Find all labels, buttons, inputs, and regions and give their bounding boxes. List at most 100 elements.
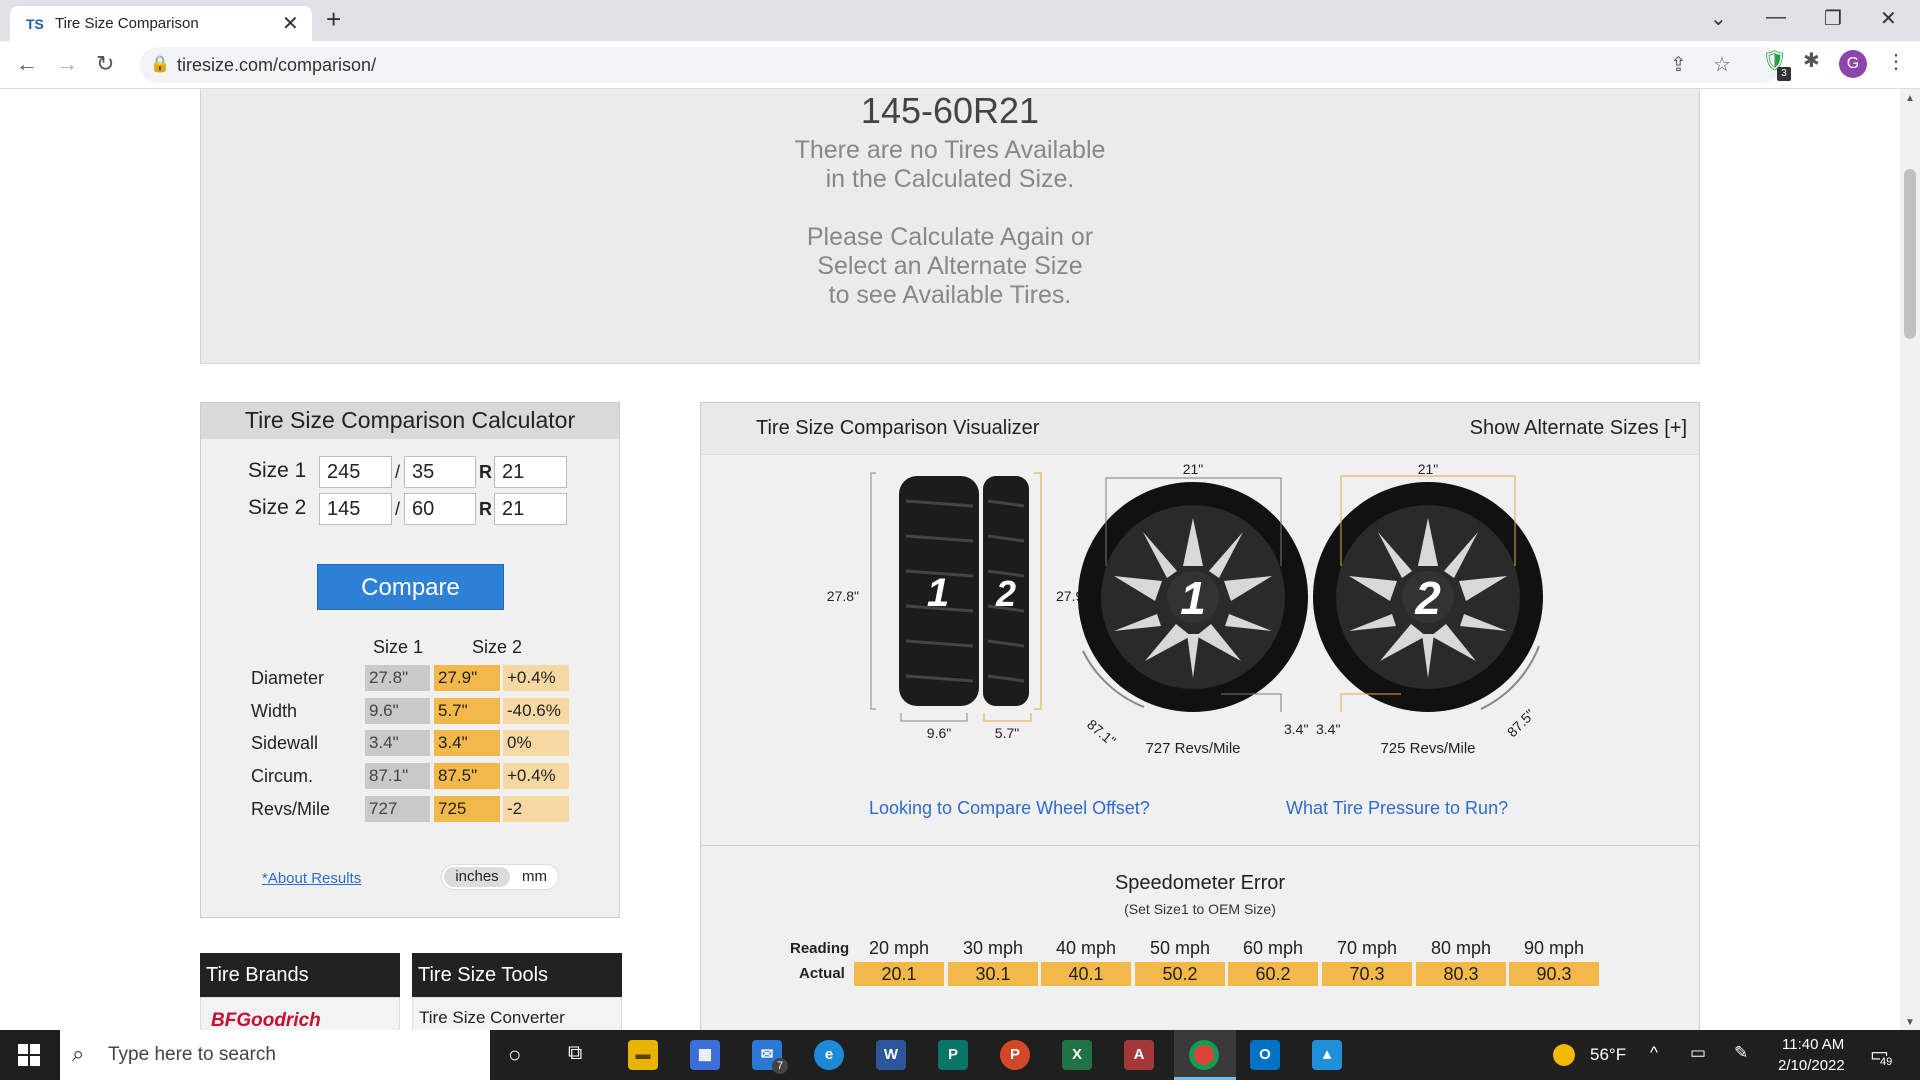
share-icon[interactable]: ⇪ [1670, 52, 1687, 77]
clock-date[interactable]: 2/10/2022 [1778, 1057, 1845, 1074]
size2-aspect-input[interactable]: 60 [404, 493, 476, 525]
unit-mm-option[interactable]: mm [522, 868, 547, 885]
banner-line-4: Select an Alternate Size [817, 252, 1083, 280]
tire-brands-header[interactable]: Tire Brands [200, 953, 400, 997]
tools-list: Tire Size Converter [412, 997, 622, 1030]
pen-icon[interactable]: ✎ [1734, 1043, 1748, 1063]
show-alternate-sizes-button[interactable]: Show Alternate Sizes [+] [1470, 417, 1687, 440]
scrollbar-thumb[interactable] [1904, 169, 1916, 339]
size1-value: 87.1" [365, 763, 430, 789]
compare-wheel-offset-link[interactable]: Looking to Compare Wheel Offset? [869, 798, 1150, 819]
wheel-2-graphic: 2 [1313, 482, 1543, 712]
mail-badge: 7 [772, 1058, 788, 1074]
about-results-link[interactable]: *About Results [262, 870, 361, 887]
back-icon[interactable]: ← [16, 51, 38, 77]
size1-rim-input[interactable]: 21 [494, 456, 567, 488]
reading-value: 20 mph [868, 938, 930, 958]
weather-temp[interactable]: 56°F [1590, 1045, 1626, 1065]
minimize-icon[interactable]: — [1766, 6, 1786, 29]
word-icon[interactable]: W [876, 1040, 906, 1070]
size2-rim-input[interactable]: 21 [494, 493, 567, 525]
unit-toggle[interactable]: inches mm [441, 864, 559, 890]
bookmark-star-icon[interactable]: ☆ [1713, 52, 1731, 77]
scroll-down-icon[interactable]: ▼ [1905, 1017, 1915, 1028]
banner-line-3: Please Calculate Again or [806, 223, 1094, 251]
chrome-icon[interactable] [1189, 1040, 1219, 1070]
banner-line-1: There are no Tires Available [794, 136, 1106, 164]
reload-icon[interactable]: ↻ [96, 51, 114, 77]
close-tab-icon[interactable]: ✕ [282, 11, 299, 36]
reading-value: 30 mph [962, 938, 1024, 958]
calculated-size: 145-60R21 [860, 90, 1040, 131]
tab-search-icon[interactable]: ⌄ [1710, 6, 1727, 31]
compare-button[interactable]: Compare [317, 564, 504, 610]
powerpoint-icon[interactable]: P [1000, 1040, 1030, 1070]
size2-value: 725 [434, 796, 500, 822]
unit-inches-option[interactable]: inches [444, 867, 510, 887]
menu-kebab-icon[interactable]: ⋮ [1886, 49, 1906, 74]
cortana-icon[interactable]: ○ [508, 1042, 521, 1068]
address-url[interactable]: tiresize.com/comparison/ [177, 55, 376, 76]
size1-aspect-input[interactable]: 35 [404, 456, 476, 488]
brand-list: BFGoodrich [200, 997, 400, 1030]
close-window-icon[interactable]: ✕ [1880, 6, 1897, 31]
outlook-icon[interactable]: O [1250, 1040, 1280, 1070]
battery-icon[interactable]: ▭ [1690, 1043, 1706, 1063]
banner-line-5: to see Available Tires. [828, 281, 1072, 309]
address-bar[interactable]: 🔒 tiresize.com/comparison/ ⇪ ☆ [140, 47, 1780, 83]
row-label: Width [251, 701, 298, 721]
slash-1: / [395, 462, 401, 482]
banner-line-2: in the Calculated Size. [825, 165, 1075, 193]
wheel1-number: 1 [1180, 572, 1206, 624]
tire-size-tools-header[interactable]: Tire Size Tools [412, 953, 622, 997]
r-label-2: R [479, 499, 492, 519]
size1-width-input[interactable]: 245 [319, 456, 392, 488]
size1-value: 9.6" [365, 698, 430, 724]
r-label-1: R [479, 462, 492, 482]
browser-tab[interactable]: TS Tire Size Comparison ✕ [10, 6, 312, 41]
edge-icon[interactable]: e [814, 1040, 844, 1070]
new-tab-icon[interactable]: + [326, 4, 341, 35]
actual-value: 20.1 [854, 962, 944, 986]
tire-pressure-link[interactable]: What Tire Pressure to Run? [1286, 798, 1508, 819]
restore-icon[interactable]: ❐ [1824, 6, 1842, 31]
tire-visualizer-graphic: 1 2 27.8" 27.9" 9.6" 5.7" 1 21" 87.1" 3.… [827, 461, 1543, 756]
speedometer-subtitle: (Set Size1 to OEM Size) [1124, 901, 1276, 917]
windows-start-icon[interactable] [18, 1044, 40, 1066]
page-scrollbar[interactable]: ▲ ▼ [1900, 89, 1920, 1030]
comparison-visualizer: Tire Size Comparison Visualizer Show Alt… [700, 402, 1700, 846]
forward-icon[interactable]: → [56, 51, 78, 77]
clock-time[interactable]: 11:40 AM [1782, 1036, 1844, 1053]
difference-value: -40.6% [503, 698, 569, 724]
lock-icon: 🔒 [150, 56, 170, 73]
extensions-puzzle-icon[interactable]: ✱ [1803, 48, 1820, 73]
weather-sun-icon[interactable] [1553, 1044, 1575, 1066]
row-label: Circum. [251, 766, 313, 786]
size1-value: 727 [365, 796, 430, 822]
access-icon[interactable]: A [1124, 1040, 1154, 1070]
actual-value: 80.3 [1416, 962, 1506, 986]
actual-value: 90.3 [1509, 962, 1599, 986]
tray-chevron-icon[interactable]: ^ [1650, 1043, 1658, 1063]
wheel1-rim-label: 21" [1183, 461, 1204, 477]
file-explorer-icon[interactable]: ▬ [628, 1040, 658, 1070]
difference-value: 0% [503, 730, 569, 756]
taskbar-search-box[interactable]: ⌕ Type here to search [60, 1030, 490, 1080]
notifications-count: 49 [1880, 1056, 1893, 1068]
profile-avatar[interactable]: G [1839, 50, 1867, 78]
actual-value: 50.2 [1135, 962, 1225, 986]
difference-value: +0.4% [503, 665, 569, 691]
photos-icon[interactable]: ▲ [1312, 1040, 1342, 1070]
bfgoodrich-logo[interactable]: BFGoodrich [211, 1010, 321, 1030]
reading-value: 70 mph [1336, 938, 1398, 958]
size2-width-input[interactable]: 145 [319, 493, 392, 525]
excel-icon[interactable]: X [1062, 1040, 1092, 1070]
publisher-icon[interactable]: P [938, 1040, 968, 1070]
reading-label: Reading [790, 940, 850, 957]
microsoft-store-icon[interactable]: ▦ [690, 1040, 720, 1070]
scroll-up-icon[interactable]: ▲ [1905, 93, 1915, 104]
task-view-icon[interactable]: ⧉ [568, 1042, 582, 1065]
tire-size-converter-link[interactable]: Tire Size Converter [419, 1008, 565, 1028]
row-label: Sidewall [251, 733, 319, 753]
size1-value: 27.8" [365, 665, 430, 691]
